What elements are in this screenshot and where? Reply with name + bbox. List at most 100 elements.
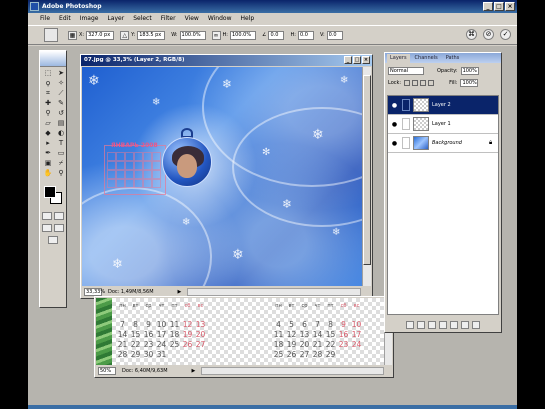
- lasso-tool-icon[interactable]: ϙ: [42, 79, 54, 88]
- menu-image[interactable]: Image: [80, 13, 99, 24]
- maximize-button[interactable]: □: [494, 2, 504, 11]
- calendar-day: [129, 310, 142, 320]
- doc-maximize-button[interactable]: □: [353, 56, 361, 64]
- close-button[interactable]: ×: [505, 2, 515, 11]
- link-layers-icon[interactable]: [406, 320, 414, 329]
- quick-mask-mode-icon[interactable]: [54, 212, 64, 220]
- width-field[interactable]: 100.0%: [179, 30, 206, 40]
- reference-point-icon[interactable]: ▦: [68, 30, 77, 40]
- menu-help[interactable]: Help: [241, 13, 255, 24]
- new-layer-icon[interactable]: [461, 320, 469, 329]
- height-field[interactable]: 100.0%: [230, 30, 256, 40]
- healing-brush-tool-icon[interactable]: ✚: [42, 99, 54, 108]
- layer-link-slot[interactable]: [402, 137, 410, 149]
- tab-channels[interactable]: Channels: [412, 54, 441, 63]
- hand-tool-icon[interactable]: ✋: [42, 169, 54, 178]
- cancel-transform-icon[interactable]: ⊘: [483, 29, 494, 40]
- palette-bottom-buttons: [387, 319, 499, 330]
- calendar-status-menu-arrow-icon[interactable]: ▶: [192, 368, 196, 374]
- zoom-tool-icon[interactable]: ⚲: [55, 169, 67, 178]
- document-title-bar[interactable]: 07.jpg @ 33,3% (Layer 2, RGB/8) _ □ ×: [81, 55, 372, 66]
- layer-link-slot[interactable]: [402, 118, 410, 130]
- y-field[interactable]: 183.5 px: [137, 30, 166, 40]
- blur-tool-icon[interactable]: ◆: [42, 129, 54, 138]
- notes-tool-icon[interactable]: ▣: [42, 159, 54, 168]
- opacity-field[interactable]: 100%: [460, 66, 479, 75]
- calendar-canvas[interactable]: пн вт ср чт пт сб вс 7 8 9 10 11 12 13 14 15 16 17 18 19 20…: [96, 298, 386, 365]
- layer-style-icon[interactable]: [417, 320, 425, 329]
- skew-v-field[interactable]: 0.0: [326, 30, 343, 40]
- layer-mask-icon[interactable]: [428, 320, 436, 329]
- full-screen-mode-icon[interactable]: [54, 224, 64, 232]
- type-tool-icon[interactable]: T: [55, 139, 67, 148]
- commit-transform-icon[interactable]: ✓: [500, 29, 511, 40]
- visibility-eye-icon[interactable]: ●: [390, 140, 399, 147]
- eraser-tool-icon[interactable]: ▱: [42, 119, 54, 128]
- vertical-scrollbar[interactable]: [362, 67, 371, 286]
- crop-tool-icon[interactable]: ⌗: [42, 89, 54, 98]
- standard-screen-mode-icon[interactable]: [42, 224, 52, 232]
- doc-minimize-button[interactable]: _: [344, 56, 352, 64]
- horizontal-scrollbar[interactable]: [187, 287, 361, 296]
- snowflake-icon: ❄: [332, 227, 341, 238]
- visibility-eye-icon[interactable]: ●: [390, 121, 399, 128]
- rotate-field[interactable]: 0.0: [268, 30, 285, 40]
- history-brush-tool-icon[interactable]: ↺: [55, 109, 67, 118]
- standard-mode-icon[interactable]: [42, 212, 52, 220]
- lock-position-icon[interactable]: [420, 79, 427, 86]
- brush-tool-icon[interactable]: ✎: [55, 99, 67, 108]
- relative-position-icon[interactable]: △: [120, 30, 130, 40]
- document-canvas[interactable]: ❄ ❄ ❄ ❄ ❄ ❄ ❄ ❄ ❄ ❄ ✻ ЯНВАРЬ 2008: [82, 67, 363, 286]
- current-tool-preset-icon[interactable]: [44, 28, 58, 42]
- calendar-week-row: 25 26 27 28 29: [272, 350, 363, 360]
- tab-paths[interactable]: Paths: [443, 54, 463, 63]
- doc-close-button[interactable]: ×: [362, 56, 370, 64]
- menu-window[interactable]: Window: [208, 13, 232, 24]
- menu-view[interactable]: View: [185, 13, 199, 24]
- link-icon[interactable]: ∞: [211, 30, 221, 40]
- x-field[interactable]: 327.0 px: [86, 30, 115, 40]
- blend-mode-select[interactable]: Normal: [388, 66, 424, 75]
- dodge-tool-icon[interactable]: ◐: [55, 129, 67, 138]
- layer-row-layer-2[interactable]: ● Layer 2: [388, 96, 498, 115]
- status-menu-arrow-icon[interactable]: ▶: [178, 289, 182, 295]
- trash-icon[interactable]: [472, 320, 480, 329]
- scrollbar-thumb[interactable]: [363, 75, 371, 265]
- visibility-eye-icon[interactable]: ●: [390, 102, 399, 109]
- tab-layers[interactable]: Layers: [387, 54, 410, 63]
- lock-all-icon[interactable]: [428, 79, 435, 86]
- move-tool-icon[interactable]: ➤: [55, 69, 67, 78]
- magic-wand-tool-icon[interactable]: ✧: [55, 79, 67, 88]
- layer-row-layer-1[interactable]: ● Layer 1: [388, 115, 498, 134]
- layer-row-background[interactable]: ● Background 🔒︎: [388, 134, 498, 153]
- menu-file[interactable]: File: [40, 13, 50, 24]
- menu-filter[interactable]: Filter: [161, 13, 176, 24]
- jump-to-imageready-icon[interactable]: [48, 236, 58, 244]
- clone-stamp-tool-icon[interactable]: ⚲: [42, 109, 54, 118]
- minimize-button[interactable]: _: [483, 2, 493, 11]
- calendar-zoom-field[interactable]: 50%: [98, 366, 116, 375]
- shape-tool-icon[interactable]: ▭: [55, 149, 67, 158]
- adjustment-layer-icon[interactable]: [450, 320, 458, 329]
- gradient-tool-icon[interactable]: ▤: [55, 119, 67, 128]
- calendar-day: 15: [325, 330, 336, 339]
- skew-h-field[interactable]: 0.0: [297, 30, 314, 40]
- layer-link-slot[interactable]: [402, 99, 410, 111]
- lock-transparency-icon[interactable]: [404, 79, 411, 86]
- path-selection-tool-icon[interactable]: ▸: [42, 139, 54, 148]
- warp-icon[interactable]: ⌘: [466, 29, 477, 40]
- menu-select[interactable]: Select: [133, 13, 152, 24]
- foreground-color-swatch[interactable]: [44, 186, 56, 198]
- pen-tool-icon[interactable]: ✒: [42, 149, 54, 158]
- zoom-field[interactable]: 33,33%: [84, 287, 105, 296]
- new-group-icon[interactable]: [439, 320, 447, 329]
- menu-edit[interactable]: Edit: [59, 13, 71, 24]
- lock-image-icon[interactable]: [412, 79, 419, 86]
- weekday-header: вс: [197, 303, 204, 309]
- slice-tool-icon[interactable]: ⟋: [55, 89, 67, 98]
- fill-field[interactable]: 100%: [460, 78, 479, 87]
- eyedropper-tool-icon[interactable]: ⌿: [55, 159, 67, 168]
- calendar-horizontal-scrollbar[interactable]: [201, 366, 384, 375]
- menu-layer[interactable]: Layer: [107, 13, 124, 24]
- marquee-tool-icon[interactable]: ⬚: [42, 69, 54, 78]
